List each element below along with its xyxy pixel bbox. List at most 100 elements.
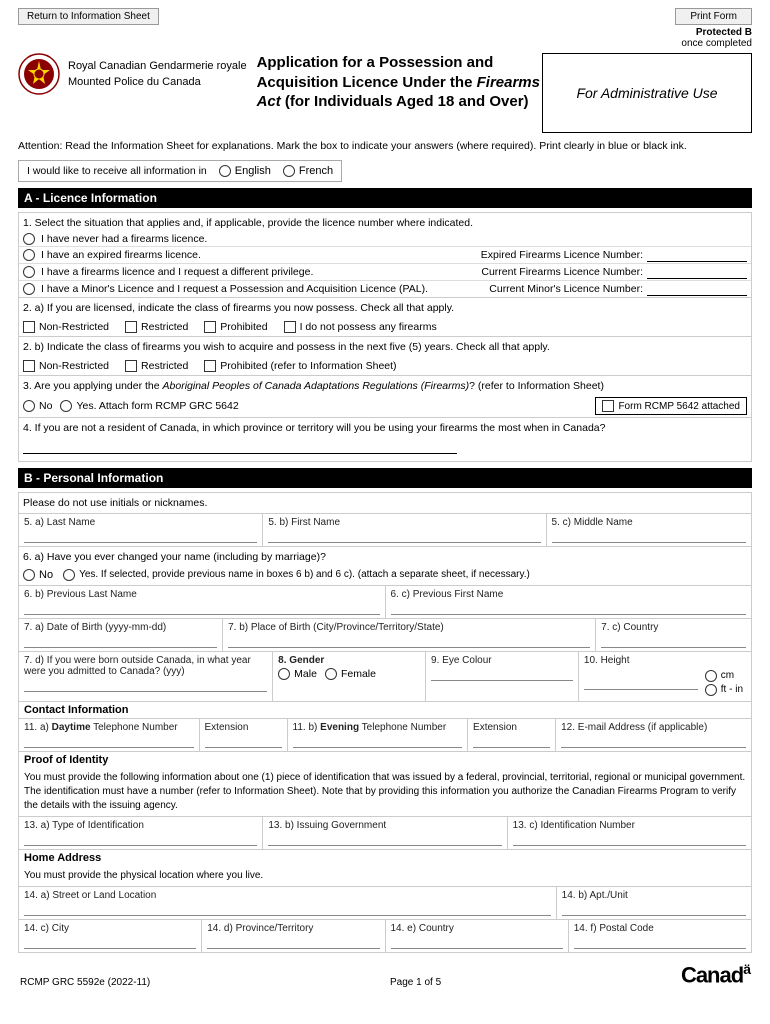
q14b-input[interactable] — [562, 902, 746, 916]
english-radio[interactable] — [219, 165, 231, 177]
q1-radio4[interactable] — [23, 283, 35, 295]
q8-radio-male[interactable] — [278, 668, 290, 680]
q6c-input[interactable] — [391, 601, 747, 615]
q11b-input[interactable] — [293, 734, 463, 748]
q10-radio-cm[interactable] — [705, 670, 717, 682]
q3-yes-option[interactable]: Yes. Attach form RCMP GRC 5642 — [60, 400, 238, 412]
french-radio[interactable] — [283, 165, 295, 177]
q1-option1[interactable]: I have never had a firearms licence. — [19, 232, 751, 246]
q1-option3[interactable]: I have a firearms licence and I request … — [19, 263, 751, 280]
q6-radio-no[interactable] — [23, 569, 35, 581]
title-area: Application for a Possession and Acquisi… — [247, 53, 542, 112]
q10-cm[interactable]: cm — [705, 670, 743, 682]
q2a-restricted[interactable]: Restricted — [125, 321, 188, 333]
q2a-cb3[interactable] — [204, 321, 216, 333]
q3-no-label: No — [39, 400, 52, 412]
q8-cell: 8. Gender Male Female — [273, 652, 426, 701]
q2b-restricted[interactable]: Restricted — [125, 360, 188, 372]
q3-radio-no[interactable] — [23, 400, 35, 412]
q3-row: No Yes. Attach form RCMP GRC 5642 Form R… — [19, 395, 751, 417]
q6b-input[interactable] — [24, 601, 380, 615]
q7c-cell: 7. c) Country — [596, 619, 751, 651]
current-input[interactable] — [647, 265, 747, 279]
q6-radio-yes[interactable] — [63, 569, 75, 581]
q2b-non-restricted[interactable]: Non-Restricted — [23, 360, 109, 372]
q7d-q10-row: 7. d) If you were born outside Canada, i… — [19, 651, 751, 701]
q5c-input[interactable] — [552, 529, 746, 543]
english-option[interactable]: English — [219, 165, 271, 177]
q9-label: 9. Eye Colour — [431, 655, 573, 666]
q5a-input[interactable] — [24, 529, 257, 543]
q1-radio3[interactable] — [23, 266, 35, 278]
q14d-input[interactable] — [207, 935, 379, 949]
q8-female[interactable]: Female — [325, 668, 376, 680]
q8-radio-female[interactable] — [325, 668, 337, 680]
q7c-input[interactable] — [601, 634, 746, 648]
q7a-input[interactable] — [24, 634, 217, 648]
q1-radio2[interactable] — [23, 249, 35, 261]
q4-input[interactable] — [23, 440, 457, 454]
minors-input[interactable] — [647, 282, 747, 296]
main-title: Application for a Possession and Acquisi… — [257, 53, 542, 112]
print-area: Print Form Protected B once completed — [675, 8, 752, 49]
q2b-cb2[interactable] — [125, 360, 137, 372]
q1-radio1[interactable] — [23, 233, 35, 245]
q2a-non-restricted[interactable]: Non-Restricted — [23, 321, 109, 333]
q9-cell: 9. Eye Colour — [426, 652, 579, 701]
q3-radio-yes[interactable] — [60, 400, 72, 412]
q12-input[interactable] — [561, 734, 746, 748]
q2a-cb4[interactable] — [284, 321, 296, 333]
page: Return to Information Sheet Print Form P… — [0, 0, 770, 1024]
rcmp-logo-icon — [18, 53, 60, 95]
q14e-input[interactable] — [391, 935, 563, 949]
q2a-cb2[interactable] — [125, 321, 137, 333]
q14a-input[interactable] — [24, 902, 551, 916]
q6-no-option[interactable]: No — [23, 569, 53, 581]
org-en-line2: Mounted Police — [68, 76, 144, 88]
q1-text: 1. Select the situation that applies and… — [19, 213, 751, 233]
q1-label3: I have a firearms licence and I request … — [41, 266, 313, 278]
q7d-cell: 7. d) If you were born outside Canada, i… — [19, 652, 273, 701]
q13b-input[interactable] — [268, 832, 501, 846]
q6-yes-option[interactable]: Yes. If selected, provide previous name … — [63, 569, 747, 581]
protected-label: Protected B — [696, 27, 752, 38]
q3-no-option[interactable]: No — [23, 400, 52, 412]
q11a-ext-input[interactable] — [205, 734, 282, 748]
q1-label1: I have never had a firearms licence. — [41, 233, 207, 245]
q10-input[interactable] — [584, 676, 698, 690]
q9-input[interactable] — [431, 667, 573, 681]
q11b-ext-input[interactable] — [473, 734, 550, 748]
q2b-cb1[interactable] — [23, 360, 35, 372]
q2b-cb3[interactable] — [204, 360, 216, 372]
header-row: Royal Canadian Gendarmerie royale Mounte… — [18, 53, 752, 133]
english-label: English — [235, 165, 271, 177]
q7b-input[interactable] — [228, 634, 590, 648]
q7d-input[interactable] — [24, 678, 267, 692]
q2a-cb1[interactable] — [23, 321, 35, 333]
q13a-input[interactable] — [24, 832, 257, 846]
return-button[interactable]: Return to Information Sheet — [18, 8, 159, 25]
print-button[interactable]: Print Form — [675, 8, 752, 25]
q8-male[interactable]: Male — [278, 668, 317, 680]
q14d-label: 14. d) Province/Territory — [207, 923, 379, 934]
q10-cell: 10. Height cm ft - in — [579, 652, 751, 701]
q14f-input[interactable] — [574, 935, 746, 949]
q13c-input[interactable] — [513, 832, 746, 846]
q2b-prohibited[interactable]: Prohibited (refer to Information Sheet) — [204, 360, 396, 372]
q2a-prohibited[interactable]: Prohibited — [204, 321, 267, 333]
q14c-input[interactable] — [24, 935, 196, 949]
q5a-label: 5. a) Last Name — [24, 517, 257, 528]
expired-input[interactable] — [647, 248, 747, 262]
french-option[interactable]: French — [283, 165, 333, 177]
q10-radio-ft[interactable] — [705, 684, 717, 696]
q5b-input[interactable] — [268, 529, 540, 543]
q10-ft[interactable]: ft - in — [705, 684, 743, 696]
q2a-no-firearms[interactable]: I do not possess any firearms — [284, 321, 437, 333]
q11a-input[interactable] — [24, 734, 194, 748]
q14c-cell: 14. c) City — [19, 920, 202, 952]
q7a-label: 7. a) Date of Birth (yyyy-mm-dd) — [24, 622, 217, 633]
q1-label2: I have an expired firearms licence. — [41, 249, 201, 261]
q1-option2[interactable]: I have an expired firearms licence. Expi… — [19, 246, 751, 263]
q1-option4[interactable]: I have a Minor's Licence and I request a… — [19, 280, 751, 297]
q3-attached-cb[interactable] — [602, 400, 614, 412]
